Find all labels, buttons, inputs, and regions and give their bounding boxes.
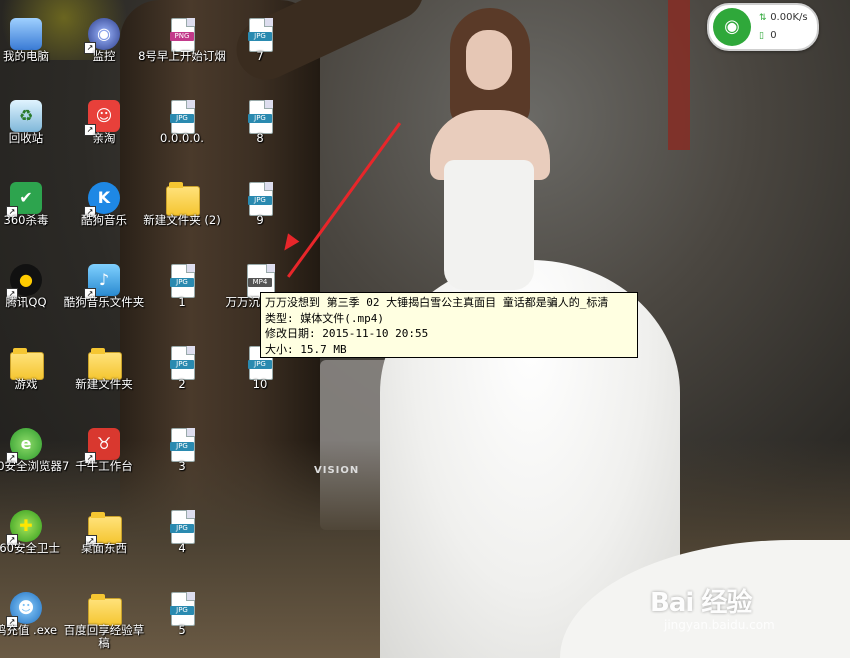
file-info-tooltip: 万万没想到 第三季 02 大锤揭白雪公主真面目 童话都是骗人的_标清 类型: 媒… — [260, 292, 638, 358]
png-file-icon: PNG — [170, 18, 195, 52]
kugou-icon: K ↗ — [84, 182, 120, 218]
download-count: ▯ 0 — [759, 30, 777, 41]
tooltip-title: 万万没想到 第三季 02 大锤揭白雪公主真面目 童话都是骗人的_标清 — [265, 296, 609, 309]
desktop-icon-recycle-bin[interactable]: ♻ 回收站 — [0, 82, 66, 154]
network-speed-widget[interactable]: ◉ ⇅ 0.00K/s ▯ 0 — [707, 3, 819, 51]
upload-arrow-icon: ⇅ — [759, 13, 767, 23]
wifi-icon: ◉ — [713, 8, 751, 46]
my-computer-icon — [10, 18, 42, 50]
desktop-icon-qianniu[interactable]: ♉ ↗ 千牛工作台 — [64, 410, 144, 482]
kugou-folder-icon: ♪ ↗ — [84, 264, 120, 300]
desktop-icon-monitor[interactable]: ◉ ↗ 监控 — [64, 0, 144, 72]
monitor-icon: ◉ ↗ — [84, 18, 120, 54]
desktop-icon-new-folder-2[interactable]: 新建文件夹 (2) — [142, 164, 222, 236]
desktop-icon-jpg-1[interactable]: JPG 1 — [142, 246, 222, 318]
baidu-watermark: Bai 经验 — [650, 588, 752, 618]
desktop-icon-png-file[interactable]: PNG 8号早上开始订烟 — [138, 0, 226, 72]
wallpaper-vision-logo: VISION — [314, 465, 360, 476]
folder-icon — [88, 594, 122, 626]
desktop-icon-baidu-draft-folder[interactable]: 百度回享经验草稿 — [64, 574, 144, 650]
desktop-icon-recharge[interactable]: ☻ ↗ 鸣充值 .exe — [0, 574, 66, 646]
desktop-icon-360-browser[interactable]: e↗ 360安全浏览器7 — [0, 410, 69, 482]
jpg-file-icon: JPG — [170, 592, 195, 626]
recycle-bin-icon: ♻ — [10, 100, 42, 132]
jpg-file-icon: JPG — [248, 100, 273, 134]
360-guard-icon: ✚ ↗ — [6, 510, 42, 546]
desktop-icon-jpg-5[interactable]: JPG 5 — [142, 574, 222, 646]
jpg-file-icon: JPG — [248, 182, 273, 216]
desktop[interactable]: VISION 我的电脑 ♻ 回收站 ✔ ↗ 360杀毒 ● ↗ 腾讯QQ 游戏 e ↗… — [0, 0, 850, 658]
upload-speed: ⇅ 0.00K/s — [759, 12, 808, 23]
jpg-file-icon: JPG — [170, 510, 195, 544]
desktop-icon-jpg-8[interactable]: JPG 8 — [220, 82, 300, 154]
desktop-icon-360-antivirus[interactable]: ✔ ↗ 360杀毒 — [0, 164, 66, 236]
jpg-file-icon: JPG — [170, 100, 195, 134]
desktop-icon-qintao[interactable]: ☺ ↗ 亲淘 — [64, 82, 144, 154]
tooltip-modified: 修改日期: 2015-11-10 20:55 — [265, 327, 429, 340]
desktop-icon-jpg-4[interactable]: JPG 4 — [142, 492, 222, 564]
desktop-icon-360-guard[interactable]: ✚↗ 360安全卫士 — [0, 492, 66, 564]
jpg-file-icon: JPG — [170, 264, 195, 298]
desktop-icon-jpg-2[interactable]: JPG 2 — [142, 328, 222, 400]
desktop-icon-my-computer[interactable]: 我的电脑 — [0, 0, 66, 72]
qintao-icon: ☺ ↗ — [84, 100, 120, 136]
desktop-icon-kugou[interactable]: K ↗ 酷狗音乐 — [64, 164, 144, 236]
recharge-icon: ☻ ↗ — [6, 592, 42, 628]
folder-icon — [10, 348, 44, 380]
baidu-watermark-url: jingyan.baidu.com — [664, 618, 775, 632]
jpg-file-icon: JPG — [170, 346, 195, 380]
battery-icon: ▯ — [759, 31, 764, 41]
desktop-icon-desk-stuff-folder[interactable]: ↗ 桌面东西 — [64, 492, 144, 564]
360-browser-icon: e ↗ — [6, 428, 42, 464]
qq-icon: ● ↗ — [6, 264, 42, 300]
jpg-file-icon: JPG — [248, 18, 273, 52]
desktop-icon-jpg-7[interactable]: JPG 7 — [220, 0, 300, 72]
desktop-icon-qq[interactable]: ● ↗ 腾讯QQ — [0, 246, 66, 318]
desktop-icon-jpg-3[interactable]: JPG 3 — [142, 410, 222, 482]
desktop-icon-games-folder[interactable]: 游戏 — [0, 328, 66, 400]
folder-icon: ↗ — [85, 512, 122, 547]
zip-folder-icon — [166, 182, 200, 216]
desktop-icon-new-folder[interactable]: 新建文件夹 — [64, 328, 144, 400]
desktop-icon-kugou-folder[interactable]: ♪ ↗ 酷狗音乐文件夹 — [64, 246, 144, 318]
desktop-icon-jpg-0000[interactable]: JPG 0.0.0.0. — [142, 82, 222, 154]
jpg-file-icon: JPG — [170, 428, 195, 462]
qianniu-icon: ♉ ↗ — [84, 428, 120, 464]
360-antivirus-icon: ✔ ↗ — [6, 182, 42, 218]
wallpaper-dress-top — [444, 160, 534, 290]
desktop-icon-jpg-9[interactable]: JPG 9 — [220, 164, 300, 236]
folder-icon — [88, 348, 122, 380]
tooltip-type: 类型: 媒体文件(.mp4) — [265, 311, 384, 325]
wallpaper-face — [466, 30, 512, 90]
tooltip-size: 大小: 15.7 MB — [265, 342, 347, 356]
wallpaper-red-post — [668, 0, 690, 150]
